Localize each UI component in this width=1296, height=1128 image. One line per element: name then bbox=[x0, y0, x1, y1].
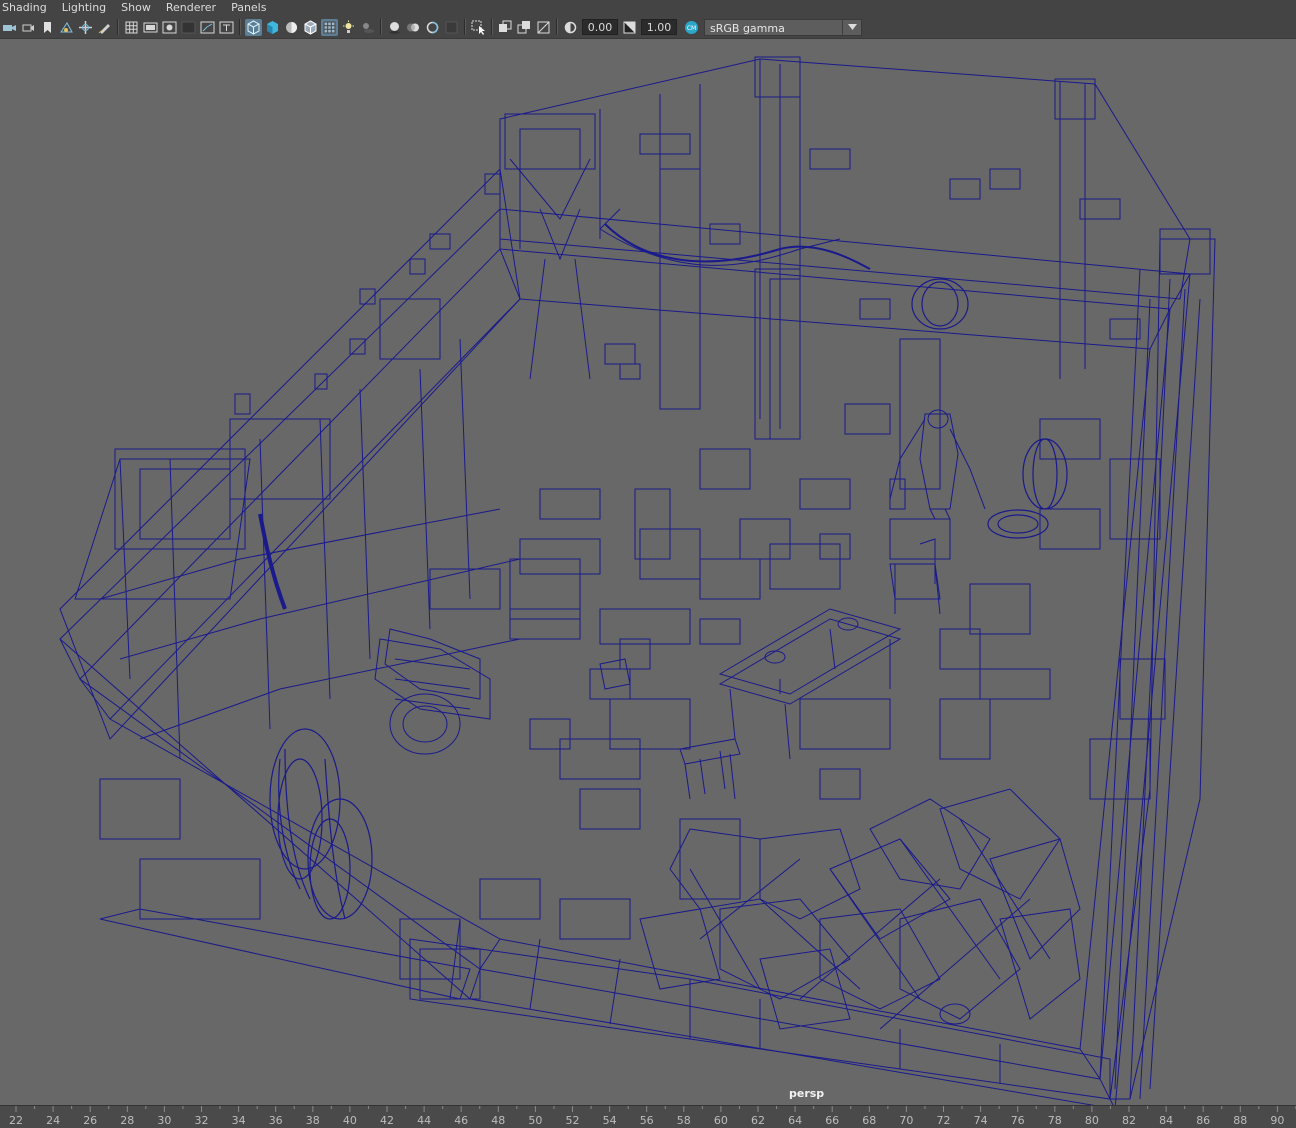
frame-label: 50 bbox=[528, 1114, 543, 1127]
multisample-aa-icon[interactable] bbox=[424, 19, 441, 36]
frame-label: 34 bbox=[231, 1114, 246, 1127]
floor-slab-wireframe bbox=[59, 208, 1191, 1105]
gate-mask-icon[interactable] bbox=[180, 19, 197, 36]
xray-icon[interactable] bbox=[321, 18, 338, 36]
frame-label: 28 bbox=[120, 1114, 135, 1127]
frame-label: 68 bbox=[862, 1114, 877, 1127]
frame-label: 58 bbox=[676, 1114, 691, 1127]
frame-label: 48 bbox=[491, 1114, 506, 1127]
frame-label: 42 bbox=[380, 1114, 394, 1127]
frame-label: 84 bbox=[1159, 1114, 1174, 1127]
frame-label: 24 bbox=[46, 1114, 61, 1127]
film-gate-icon[interactable] bbox=[142, 19, 159, 36]
frame-label: 80 bbox=[1084, 1114, 1099, 1127]
color-space-value: sRGB gamma bbox=[710, 21, 785, 35]
resolution-gate-icon[interactable] bbox=[161, 19, 178, 36]
safe-action-icon[interactable] bbox=[218, 19, 235, 36]
use-all-lights-icon[interactable] bbox=[340, 19, 357, 36]
isolate-select-icon[interactable] bbox=[470, 19, 487, 36]
frame-label: 22 bbox=[9, 1114, 23, 1127]
wall-bricks-wireframe bbox=[234, 133, 1141, 415]
menu-show[interactable]: Show bbox=[119, 0, 158, 16]
perspective-viewport[interactable]: persp bbox=[0, 39, 1296, 1105]
left-wall-wireframe bbox=[59, 167, 521, 1000]
panel-menu-bar: Shading Lighting Show Renderer Panels bbox=[0, 0, 1296, 16]
frame-label: 30 bbox=[157, 1114, 172, 1127]
motion-blur-icon[interactable] bbox=[405, 19, 422, 36]
floor-tiles-wireframe bbox=[429, 403, 1101, 830]
wireframe-scene bbox=[59, 56, 1216, 1105]
svg-text:CM: CM bbox=[687, 25, 696, 32]
frame-label: 90 bbox=[1270, 1114, 1285, 1127]
field-chart-icon[interactable] bbox=[199, 19, 216, 36]
backface-culling-icon[interactable] bbox=[535, 19, 552, 36]
right-wall-wireframe bbox=[1089, 238, 1216, 1100]
table-wireframe bbox=[718, 608, 902, 760]
menu-shading[interactable]: Shading bbox=[0, 0, 54, 16]
camera-label: persp bbox=[789, 1087, 825, 1100]
image-plane-icon[interactable] bbox=[58, 19, 75, 36]
2d-pan-zoom-icon[interactable] bbox=[77, 19, 94, 36]
screen-space-ao-icon[interactable] bbox=[386, 19, 403, 36]
exposure-icon[interactable] bbox=[562, 19, 579, 36]
xray-active-components-icon[interactable] bbox=[497, 19, 514, 36]
cart-wireframe bbox=[374, 628, 491, 755]
frame-label: 60 bbox=[713, 1114, 728, 1127]
gamma-field[interactable]: 1.00 bbox=[641, 19, 677, 35]
barrel-wireframe bbox=[269, 278, 1068, 920]
grease-pencil-icon[interactable] bbox=[96, 19, 113, 36]
menu-panels[interactable]: Panels bbox=[229, 0, 273, 16]
back-wall-wireframe bbox=[499, 56, 1211, 434]
menu-lighting[interactable]: Lighting bbox=[60, 0, 113, 16]
frame-label: 38 bbox=[305, 1114, 320, 1127]
frame-label: 82 bbox=[1122, 1114, 1136, 1127]
grid-icon[interactable] bbox=[123, 19, 140, 36]
frame-label: 88 bbox=[1233, 1114, 1248, 1127]
exposure-field[interactable]: 0.00 bbox=[582, 19, 618, 35]
frame-label: 54 bbox=[602, 1114, 617, 1127]
armor-figure-wireframe bbox=[889, 409, 986, 520]
frame-label: 36 bbox=[268, 1114, 283, 1127]
frame-label: 64 bbox=[788, 1114, 803, 1127]
frame-label: 86 bbox=[1196, 1114, 1211, 1127]
shadows-icon[interactable] bbox=[359, 19, 376, 36]
depth-of-field-icon[interactable] bbox=[443, 19, 460, 36]
gamma-icon[interactable] bbox=[621, 19, 638, 36]
select-camera-icon[interactable] bbox=[1, 19, 18, 36]
frame-label: 62 bbox=[751, 1114, 765, 1127]
color-space-dropdown[interactable]: sRGB gamma bbox=[704, 18, 862, 36]
time-slider[interactable]: 22 24 26 28 30 32 34 36 38 40 42 44 46 48 50 52 54 56 58 60… bbox=[0, 1105, 1296, 1128]
frame-label: 40 bbox=[342, 1114, 357, 1127]
color-management-icon[interactable]: CM bbox=[683, 19, 700, 36]
wireframe-icon[interactable] bbox=[245, 18, 262, 36]
frame-label: 26 bbox=[83, 1114, 98, 1127]
chain-wireframe bbox=[258, 223, 871, 610]
chevron-down-icon bbox=[842, 19, 861, 35]
use-default-material-icon[interactable] bbox=[283, 19, 300, 36]
frame-label: 32 bbox=[194, 1114, 209, 1127]
frame-label: 66 bbox=[825, 1114, 840, 1127]
menu-renderer[interactable]: Renderer bbox=[164, 0, 223, 16]
frame-label: 76 bbox=[1010, 1114, 1025, 1127]
panel-toolbar: 0.00 1.00 CM sRGB gamma bbox=[0, 16, 1296, 39]
frame-label: 74 bbox=[973, 1114, 988, 1127]
smooth-shade-icon[interactable] bbox=[264, 19, 281, 36]
frame-label: 72 bbox=[936, 1114, 951, 1127]
frame-label: 78 bbox=[1047, 1114, 1062, 1127]
wireframe-on-shaded-icon[interactable] bbox=[302, 19, 319, 36]
frame-label: 56 bbox=[639, 1114, 654, 1127]
camera-attributes-icon[interactable] bbox=[20, 19, 37, 36]
frame-label: 52 bbox=[565, 1114, 580, 1127]
frame-label: 70 bbox=[899, 1114, 914, 1127]
bookmark-icon[interactable] bbox=[39, 19, 56, 36]
frame-label: 44 bbox=[417, 1114, 432, 1127]
rubble-pile-wireframe bbox=[639, 788, 1081, 1030]
frame-label: 46 bbox=[454, 1114, 469, 1127]
pillar-wireframe bbox=[599, 168, 941, 490]
xray-joints-icon[interactable] bbox=[516, 19, 533, 36]
time-slider-ticks bbox=[15, 1106, 1296, 1112]
